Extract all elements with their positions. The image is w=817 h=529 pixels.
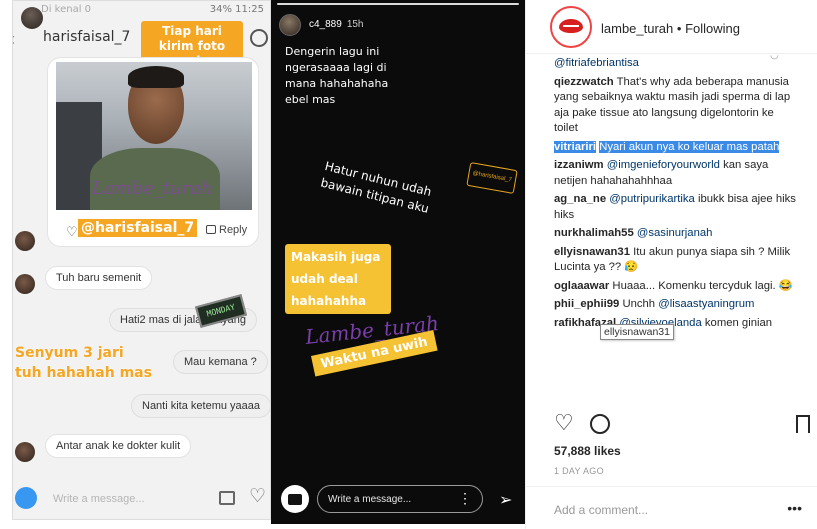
heart-icon[interactable]: ♡ xyxy=(66,224,78,240)
account-avatar[interactable] xyxy=(550,6,592,48)
story-text-top: Dengerin lagu ini ngerasaaaa lagi di man… xyxy=(285,45,389,106)
senyum-caption-text: Senyum 3 jari tuh hahahah mas xyxy=(15,345,152,381)
story-username[interactable]: c4_889 xyxy=(309,19,342,30)
more-options-icon[interactable]: ••• xyxy=(787,500,802,516)
comment-username[interactable]: izzaniwm xyxy=(554,159,604,171)
comment-mention[interactable]: @fitriafebriantisa xyxy=(554,57,639,69)
message-bubble: Antar anak ke dokter kulit xyxy=(45,434,192,458)
comment-mention[interactable]: @putripurikartika xyxy=(609,193,695,205)
comment-username[interactable]: ag_na_ne xyxy=(554,193,606,205)
sender-avatar[interactable] xyxy=(15,274,35,294)
post-author: lambe_turah • Following xyxy=(601,21,740,36)
reply-label: Reply xyxy=(219,224,248,236)
story-screenshot-panel: c4_889 15h Dengerin lagu ini ngerasaaaa l… xyxy=(271,0,525,524)
post-time-ago: 1 DAY AGO xyxy=(554,466,604,476)
comment-text: komen ginian xyxy=(704,316,773,329)
comment-item: phii_ephii99 Unchh @lisaastyaningrum xyxy=(554,297,798,313)
comment-bubble-icon[interactable] xyxy=(590,414,610,434)
sender-avatar[interactable] xyxy=(15,442,35,462)
comment-text: Nyari akun nya ko keluar mas patah xyxy=(599,140,780,153)
dm-message-input[interactable]: Write a message... xyxy=(53,493,145,505)
comment-item: ellyisnawan31 Itu akun punya siapa sih ?… xyxy=(554,245,798,276)
camera-icon[interactable] xyxy=(15,487,37,509)
camera-reply-icon xyxy=(206,225,216,234)
dm-screenshot-panel: Di kenal 0 34% 11:25 ‹ harisfaisal_7 Tia… xyxy=(12,0,271,520)
more-options-icon[interactable]: ⋮ xyxy=(458,491,472,505)
instagram-post-panel: lambe_turah • Following ◡ @fitriafebrian… xyxy=(525,0,817,529)
mention-sticker: @harisfaisal_7 xyxy=(466,162,518,194)
comment-username[interactable]: vitriariri xyxy=(554,140,597,153)
comment-item: qiezzwatch That's why ada beberapa manus… xyxy=(554,75,798,137)
sender-avatar[interactable] xyxy=(15,231,35,251)
comment-mention[interactable]: @imgenieforyourworld xyxy=(607,159,720,171)
like-heart-icon[interactable]: ♡ xyxy=(554,412,574,434)
comment-username[interactable]: ellyisnawan31 xyxy=(554,246,630,258)
story-avatar[interactable] xyxy=(279,14,301,36)
story-time: 15h xyxy=(346,19,364,30)
back-arrow-icon[interactable]: ‹ xyxy=(13,29,15,50)
comment-text: Huaaa... Komenku tercyduk lagi. 😂 xyxy=(612,279,793,292)
story-header: c4_889 15h xyxy=(309,19,364,30)
story-input-placeholder: Write a message... xyxy=(328,494,412,505)
comment-item: ag_na_ne @putripurikartika ibukk bisa aj… xyxy=(554,192,798,223)
comment-mention[interactable]: @sasinurjanah xyxy=(637,227,713,239)
comment-text: Unchh xyxy=(622,298,656,310)
comment-username[interactable]: nurkhalimah55 xyxy=(554,227,634,239)
post-actions: ♡ xyxy=(554,412,812,436)
comment-item: @fitriafebriantisa xyxy=(554,56,798,72)
username-tooltip: ellyisnawan31 xyxy=(600,324,674,340)
comment-item: nurkhalimah55 @sasinurjanah xyxy=(554,226,798,242)
phone-status-bar: Di kenal 0 34% 11:25 xyxy=(13,1,270,19)
message-bubble: Mau kemana ? xyxy=(173,350,268,374)
send-icon[interactable]: ➢ xyxy=(499,490,512,510)
info-icon[interactable] xyxy=(250,29,268,47)
shared-photo-card[interactable]: Lambe_turah ♡ @harisfaisal_7 Reply xyxy=(47,57,259,247)
status-left-text: Di kenal 0 xyxy=(41,4,92,15)
story-message-input[interactable]: Write a message... ⋮ xyxy=(317,485,483,513)
comment-item: oglaaawar Huaaa... Komenku tercyduk lagi… xyxy=(554,279,798,295)
senyum-caption: Senyum 3 jari tuh hahahah mas xyxy=(15,343,155,383)
post-username[interactable]: lambe_turah xyxy=(601,21,673,36)
shared-photo: Lambe_turah xyxy=(56,62,252,210)
story-caption-makasih: Makasih juga udah deal hahahahha xyxy=(285,244,391,314)
camera-icon[interactable] xyxy=(281,485,309,513)
comment-username[interactable]: phii_ephii99 xyxy=(554,298,619,310)
add-comment-bar: Add a comment... ••• xyxy=(526,486,817,529)
message-bubble: Nanti kita ketemu yaaaa xyxy=(131,394,270,418)
comment-item: rafikhafazal @silvieyoelanda komen ginia… xyxy=(554,316,798,332)
post-header: lambe_turah • Following xyxy=(526,0,817,54)
lips-logo-icon xyxy=(559,19,583,33)
screenshot-collage: Di kenal 0 34% 11:25 ‹ harisfaisal_7 Tia… xyxy=(0,0,817,529)
comment-item: vitriariri Nyari akun nya ko keluar mas … xyxy=(554,140,798,156)
follow-state[interactable]: Following xyxy=(685,21,740,36)
heart-icon[interactable]: ♡ xyxy=(249,485,266,508)
message-bubble: Tuh baru semenit xyxy=(45,266,153,290)
dm-username: harisfaisal_7 xyxy=(43,29,131,45)
comment-mention[interactable]: @lisaastyaningrum xyxy=(658,298,754,310)
story-progress-bar xyxy=(277,3,519,5)
comments-list: @fitriafebriantisa qiezzwatch That's why… xyxy=(554,56,798,404)
bookmark-icon[interactable] xyxy=(796,415,810,433)
status-right-text: 34% 11:25 xyxy=(209,4,264,15)
dm-corner-avatar xyxy=(21,7,43,29)
comment-username[interactable]: oglaaawar xyxy=(554,280,609,292)
story-text-tilted: Hatur nuhun udah bawain titipan aku xyxy=(319,158,433,216)
image-icon[interactable] xyxy=(219,491,235,505)
add-comment-input[interactable]: Add a comment... xyxy=(554,503,648,517)
comment-username[interactable]: qiezzwatch xyxy=(554,76,614,88)
story-reply-bar: Write a message... ⋮ ➢ xyxy=(271,483,525,517)
photo-watermark: Lambe_turah xyxy=(92,178,213,199)
likes-count[interactable]: 57,888 likes xyxy=(554,444,621,458)
mention-sticker: @harisfaisal_7 xyxy=(78,219,198,237)
dm-input-bar: Write a message... ♡ xyxy=(13,479,270,517)
photo-hair xyxy=(128,66,184,88)
reply-button[interactable]: Reply xyxy=(206,224,247,236)
comment-item: izzaniwm @imgenieforyourworld kan saya n… xyxy=(554,158,798,189)
